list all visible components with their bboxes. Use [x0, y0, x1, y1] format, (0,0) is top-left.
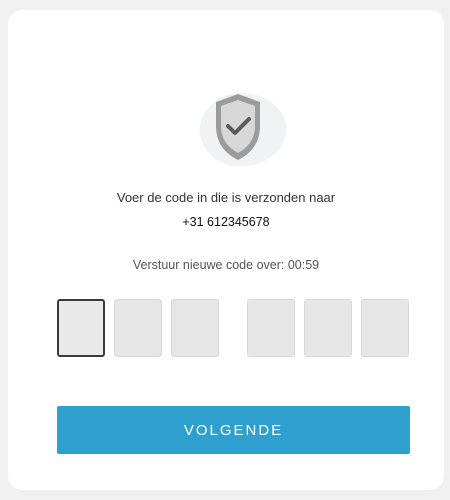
verification-message: Voer de code in die is verzonden naar [116, 190, 336, 205]
code-digit-5[interactable] [304, 299, 352, 357]
phone-number: +31 612345678 [182, 215, 270, 229]
shield-check-icon [178, 82, 298, 172]
verification-card: Voer de code in die is verzonden naar +3… [8, 10, 444, 490]
code-digit-6[interactable] [361, 299, 409, 357]
code-input-row [57, 299, 409, 357]
code-digit-4[interactable] [247, 299, 295, 357]
code-digit-2[interactable] [114, 299, 162, 357]
resend-countdown: Verstuur nieuwe code over: 00:59 [132, 258, 320, 272]
next-button[interactable]: VOLGENDE [57, 406, 410, 454]
code-digit-1[interactable] [57, 299, 105, 357]
code-digit-3[interactable] [171, 299, 219, 357]
